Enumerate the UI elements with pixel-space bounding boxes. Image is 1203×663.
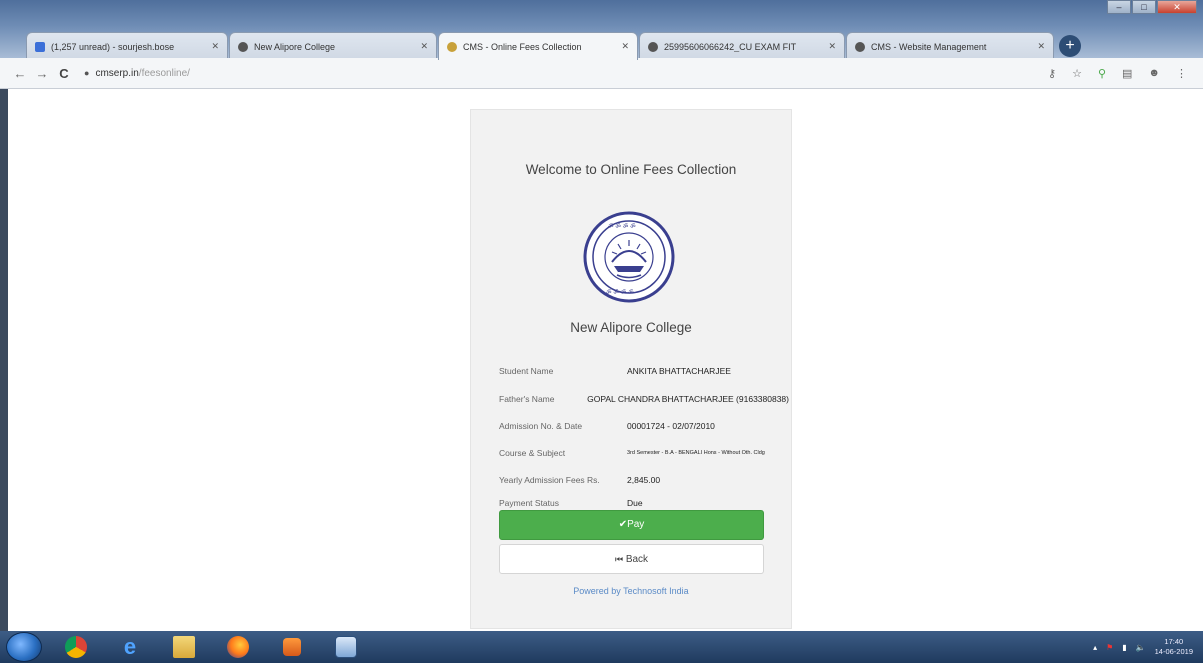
site-info-icon[interactable]: ●: [84, 68, 89, 78]
field-label: Yearly Admission Fees Rs.: [499, 475, 600, 485]
taskbar-app-window[interactable]: [326, 633, 366, 661]
svg-text:ॐ ॐ ॐ ॐ: ॐ ॐ ॐ ॐ: [606, 288, 634, 296]
field-payment-status: Payment Status Due: [499, 496, 789, 510]
svg-text:ॐ ॐ ॐ ॐ: ॐ ॐ ॐ ॐ: [608, 222, 636, 230]
globe-icon: [238, 41, 248, 52]
field-value: Due: [627, 498, 643, 508]
field-value: 00001724 - 02/07/2010: [627, 421, 715, 431]
flag-icon[interactable]: ⚑: [1106, 643, 1113, 652]
back-arrow-icon[interactable]: ←: [10, 66, 30, 81]
back-skip-icon: ⏮: [614, 554, 624, 564]
url-host: cmserp.in: [95, 67, 139, 79]
close-tab-icon[interactable]: ✕: [420, 41, 428, 52]
search-icon[interactable]: ⚲: [1098, 67, 1106, 80]
field-value: 3rd Semester - B.A - BENGALI Hons - With…: [627, 450, 765, 456]
menu-icon[interactable]: ⋮: [1176, 67, 1187, 80]
browser-toolbar: ← → C ● cmserp.in /feesonline/ ⚷ ☆ ⚲ ▤ ☻…: [0, 58, 1203, 89]
taskbar-chrome[interactable]: [56, 633, 96, 661]
firefox-icon: [227, 636, 249, 658]
url-path: /feesonline/: [138, 67, 190, 79]
field-course-subject: Course & Subject 3rd Semester - B.A - BE…: [499, 446, 789, 460]
taskbar-media-player[interactable]: [272, 633, 312, 661]
key-icon[interactable]: ⚷: [1048, 67, 1056, 80]
back-button-label: Back: [625, 554, 649, 565]
back-button[interactable]: ⏮ Back: [499, 544, 764, 574]
tray-expand-icon[interactable]: ▴: [1093, 643, 1097, 652]
taskbar-firefox[interactable]: [218, 633, 258, 661]
taskbar-file-explorer[interactable]: [164, 633, 204, 661]
globe-icon: [648, 41, 658, 52]
field-yearly-admission-fees: Yearly Admission Fees Rs. 2,845.00: [499, 473, 789, 487]
new-tab-button[interactable]: +: [1059, 35, 1081, 57]
clock-time: 17:40: [1164, 637, 1184, 646]
tab-label: New Alipore College: [254, 41, 336, 52]
field-label: Father's Name: [499, 394, 555, 404]
tab-cms-online-fees[interactable]: CMS - Online Fees Collection ✕: [438, 32, 638, 60]
clock[interactable]: 17:40 14-06-2019: [1155, 637, 1193, 657]
window-edge: [0, 89, 8, 631]
folder-icon: [173, 636, 195, 658]
field-student-name: Student Name ANKITA BHATTACHARJEE: [499, 364, 789, 378]
close-tab-icon[interactable]: ✕: [1037, 41, 1045, 52]
field-label: Student Name: [499, 366, 554, 376]
reload-icon[interactable]: C: [54, 66, 74, 81]
tab-gmail[interactable]: (1,257 unread) - sourjesh.bose ✕: [26, 32, 228, 60]
field-label: Admission No. & Date: [499, 421, 583, 431]
star-icon[interactable]: ☆: [1072, 67, 1082, 80]
field-value: ANKITA BHATTACHARJEE: [627, 366, 731, 376]
toolbar-icons: ⚷ ☆ ⚲ ▤ ☻ ⋮: [1048, 67, 1187, 80]
close-tab-icon[interactable]: ✕: [828, 41, 836, 52]
forward-arrow-icon[interactable]: →: [32, 66, 52, 81]
media-player-icon: [283, 638, 301, 656]
volume-icon[interactable]: 🔈: [1136, 643, 1146, 652]
windows-taskbar: e ▴ ⚑ ▮ 🔈 17:40 14-06-2019: [0, 631, 1203, 663]
globe-icon: [855, 41, 865, 52]
close-tab-icon[interactable]: ✕: [621, 41, 629, 52]
field-label: Payment Status: [499, 498, 560, 508]
browser-tabstrip: – □ ✕ (1,257 unread) - sourjesh.bose ✕ N…: [0, 0, 1203, 60]
tab-label: CMS - Online Fees Collection: [463, 41, 582, 52]
window-controls: – □ ✕: [1106, 0, 1197, 18]
field-value: 2,845.00: [627, 475, 661, 485]
screen: – □ ✕ (1,257 unread) - sourjesh.bose ✕ N…: [0, 0, 1203, 663]
tab-new-alipore-college[interactable]: New Alipore College ✕: [229, 32, 437, 60]
college-name: New Alipore College: [570, 320, 692, 335]
clock-date: 14-06-2019: [1154, 647, 1193, 656]
field-label: Course & Subject: [499, 448, 566, 458]
network-icon[interactable]: ▮: [1122, 643, 1126, 652]
close-tab-icon[interactable]: ✕: [211, 41, 219, 52]
field-fathers-name: Father's Name GOPAL CHANDRA BHATTACHARJE…: [499, 392, 789, 406]
field-admission-no-date: Admission No. & Date 00001724 - 02/07/20…: [499, 419, 789, 433]
tab-label: 25995606066242_CU EXAM FIT: [664, 41, 797, 52]
college-seal-logo: ॐ ॐ ॐ ॐ ॐ ॐ ॐ ॐ: [583, 211, 675, 303]
page-content: Welcome to Online Fees Collection ॐ ॐ ॐ …: [0, 89, 1203, 631]
close-window-button[interactable]: ✕: [1157, 0, 1197, 14]
field-value: GOPAL CHANDRA BHATTACHARJEE (9163380838): [587, 394, 789, 404]
taskbar-internet-explorer[interactable]: e: [110, 633, 150, 661]
internet-explorer-icon: e: [123, 634, 137, 659]
tab-label: (1,257 unread) - sourjesh.bose: [51, 41, 175, 52]
system-tray: ▴ ⚑ ▮ 🔈 17:40 14-06-2019: [1093, 637, 1203, 657]
tab-cu-exam[interactable]: 25995606066242_CU EXAM FIT ✕: [639, 32, 845, 60]
tab-cms-website-management[interactable]: CMS - Website Management ✕: [846, 32, 1054, 60]
address-bar[interactable]: ● cmserp.in /feesonline/: [84, 62, 1048, 84]
pay-button[interactable]: ✔Pay: [499, 510, 764, 540]
profile-icon[interactable]: ☻: [1148, 67, 1160, 80]
fees-collection-card: Welcome to Online Fees Collection ॐ ॐ ॐ …: [470, 109, 792, 629]
pay-button-label: Pay: [627, 519, 645, 530]
mail-icon: [35, 41, 45, 52]
tab-label: CMS - Website Management: [871, 41, 987, 52]
page-title: Welcome to Online Fees Collection: [525, 162, 737, 177]
start-button[interactable]: [6, 632, 42, 662]
chrome-icon: [65, 636, 87, 658]
extension-icon[interactable]: ▤: [1122, 67, 1132, 80]
maximize-button[interactable]: □: [1132, 0, 1156, 14]
cms-icon: [447, 41, 457, 52]
window-app-icon: [335, 636, 357, 658]
powered-by-link[interactable]: Powered by Technosoft India: [471, 586, 791, 596]
checkmark-icon: ✔: [618, 519, 628, 530]
minimize-button[interactable]: –: [1107, 0, 1131, 14]
